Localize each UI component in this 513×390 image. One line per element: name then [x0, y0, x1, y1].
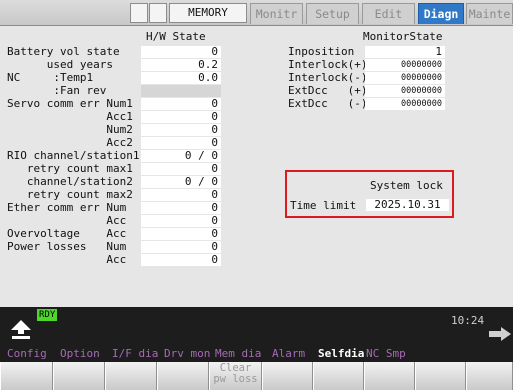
hw-label: Overvoltage Acc — [7, 227, 127, 240]
system-lock-frame: System lock Time limit 2025.10.31 — [285, 170, 454, 218]
hw-label: :Fan rev — [7, 84, 107, 97]
monitor-value: 00000000 — [365, 72, 445, 84]
ready-indicator: RDY — [37, 309, 58, 321]
monitor-label: ExtDcc (-) — [288, 97, 368, 110]
top-bar: MEMORY Monitr Setup Edit Diagn Mainte — [0, 0, 513, 26]
hw-label: retry count max1 — [7, 162, 133, 175]
hw-label: Battery vol state — [7, 45, 120, 58]
function-key-10[interactable] — [466, 362, 513, 390]
tab-monitr[interactable]: Monitr — [250, 3, 303, 24]
hw-label: Ether comm err Num — [7, 201, 127, 214]
tab-edit[interactable]: Edit — [362, 3, 415, 24]
hw-value: 0 — [141, 215, 221, 227]
hw-value: 0 — [141, 254, 221, 266]
hw-label: channel/station2 — [7, 175, 133, 188]
hw-label: Acc — [7, 214, 127, 227]
function-key-4[interactable] — [157, 362, 209, 390]
status-bar: RDY 10:24 — [0, 307, 513, 345]
hw-value: 0 — [141, 111, 221, 123]
hw-value: 0.2 — [141, 59, 221, 71]
time-limit-label: Time limit — [290, 199, 357, 212]
hw-label: NC :Temp1 — [7, 71, 94, 84]
return-icon[interactable] — [9, 319, 33, 341]
hw-label: retry count max2 — [7, 188, 133, 201]
tab-setup[interactable]: Setup — [306, 3, 359, 24]
clock: 10:24 — [451, 314, 485, 327]
monitor-label: Interlock(+) — [288, 58, 368, 71]
menu-option[interactable]: Option — [60, 345, 100, 362]
mode-indicator-blank-2 — [149, 3, 167, 23]
hw-label: Servo comm err Num1 — [7, 97, 133, 110]
monitor-label: Interlock(-) — [288, 71, 368, 84]
monitor-label: Inposition — [288, 45, 355, 58]
monitor-state-title: MonitorState — [363, 30, 443, 43]
hw-value: 0.0 — [141, 72, 221, 84]
hw-label: Acc2 — [7, 136, 133, 149]
function-key-6[interactable] — [262, 362, 313, 390]
function-key-2[interactable] — [53, 362, 105, 390]
hw-value: 0 — [141, 137, 221, 149]
menu-mem-dia[interactable]: Mem dia — [215, 345, 261, 362]
operation-mode: MEMORY — [169, 3, 247, 23]
system-lock-title: System lock — [370, 179, 443, 192]
tab-mainte[interactable]: Mainte — [466, 3, 513, 24]
function-key-7[interactable] — [313, 362, 364, 390]
menu-nc-smp[interactable]: NC Smp — [366, 345, 406, 362]
hw-value: 0 / 0 — [141, 150, 221, 162]
selfdiag-panel: H/W State MonitorState Battery vol state… — [0, 26, 513, 307]
hw-value: 0 — [141, 163, 221, 175]
menu-selfdia[interactable]: Selfdia — [318, 345, 364, 362]
monitor-value: 1 — [365, 46, 445, 58]
hw-value: 0 — [141, 189, 221, 201]
menu-drv-mon[interactable]: Drv mon — [164, 345, 210, 362]
hw-value: 0 — [141, 241, 221, 253]
function-key-bar: Clear pw loss — [0, 362, 513, 390]
hw-label: Num2 — [7, 123, 133, 136]
hw-value: 0 — [141, 228, 221, 240]
monitor-value: 00000000 — [365, 85, 445, 97]
mode-indicator-blank-1 — [130, 3, 148, 23]
menu-next-icon[interactable] — [489, 327, 511, 341]
time-limit-value: 2025.10.31 — [366, 199, 449, 211]
function-key-3[interactable] — [105, 362, 157, 390]
hw-value — [141, 85, 221, 97]
hw-label: RIO channel/station1 — [7, 149, 140, 162]
hw-label: Acc — [7, 253, 127, 266]
monitor-label: ExtDcc (+) — [288, 84, 368, 97]
menu-if-dia[interactable]: I/F dia — [112, 345, 158, 362]
hw-label: Power losses Num — [7, 240, 127, 253]
menu-config[interactable]: Config — [7, 345, 47, 362]
hw-value: 0 — [141, 46, 221, 58]
clear-pw-loss-line2: pw loss — [213, 373, 258, 385]
hw-state-title: H/W State — [146, 30, 206, 43]
hw-value: 0 — [141, 202, 221, 214]
function-key-8[interactable] — [364, 362, 415, 390]
tab-diagn[interactable]: Diagn — [418, 3, 464, 24]
clear-pw-loss-label: Clear pw loss — [209, 363, 262, 385]
hw-value: 0 / 0 — [141, 176, 221, 188]
hw-label: used years — [7, 58, 113, 71]
hw-value: 0 — [141, 98, 221, 110]
menu-alarm[interactable]: Alarm — [272, 345, 305, 362]
hw-label: Acc1 — [7, 110, 133, 123]
hw-value: 0 — [141, 124, 221, 136]
monitor-value: 00000000 — [365, 98, 445, 110]
monitor-value: 00000000 — [365, 59, 445, 71]
menu-bar: Config Option I/F dia Drv mon Mem dia Al… — [0, 345, 513, 362]
function-key-9[interactable] — [415, 362, 466, 390]
function-key-1[interactable] — [0, 362, 53, 390]
